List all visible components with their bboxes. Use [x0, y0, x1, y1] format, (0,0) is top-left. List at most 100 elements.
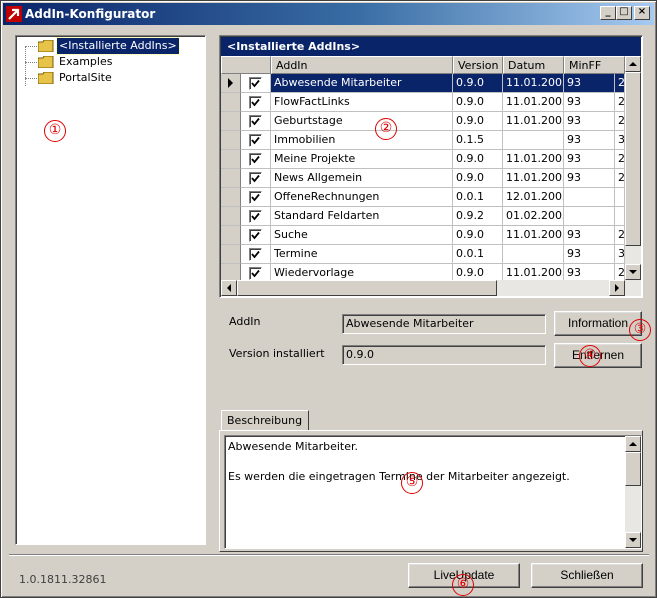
arrow-down-icon [629, 270, 637, 274]
row-indicator[interactable] [221, 150, 241, 169]
version-installed-label: Version installiert [229, 347, 325, 360]
enabled-cell [241, 207, 271, 226]
installed-addins-grid[interactable]: <Installierte AddIns> AddIn Version Datu… [219, 35, 643, 298]
row-indicator[interactable] [221, 131, 241, 150]
description-textbox[interactable]: Abwesende Mitarbeiter. Es werden die ein… [224, 435, 642, 549]
overflow-cell: 2 [615, 169, 625, 188]
maximize-button[interactable]: □ [616, 6, 632, 20]
addin-name-cell: Termine [271, 245, 453, 264]
enabled-checkbox[interactable] [249, 77, 262, 90]
enabled-checkbox[interactable] [249, 115, 262, 128]
row-indicator[interactable] [221, 169, 241, 188]
enabled-checkbox[interactable] [249, 267, 262, 280]
table-row[interactable]: OffeneRechnungen 0.0.1 12.01.2005 [221, 188, 625, 207]
row-indicator[interactable] [221, 245, 241, 264]
version-cell: 0.9.0 [453, 93, 503, 112]
minff-cell: 93 [564, 74, 615, 93]
date-cell: 12.01.2005 [503, 188, 564, 207]
column-header-version[interactable]: Version [453, 56, 503, 74]
table-row[interactable]: FlowFactLinks 0.9.0 11.01.2005 93 2 [221, 93, 625, 112]
annotation-marker-6: ⑥ [452, 574, 474, 596]
checkmark-icon [251, 269, 260, 278]
overflow-cell: 2 [615, 150, 625, 169]
overflow-cell: 3 [615, 245, 625, 264]
arrow-up-icon [629, 62, 637, 66]
date-cell: 11.01.2005 [503, 169, 564, 188]
footer-separator [9, 554, 649, 556]
enabled-checkbox[interactable] [249, 134, 262, 147]
overflow-cell [615, 207, 625, 226]
column-header-date[interactable]: Datum [503, 56, 564, 74]
enabled-checkbox[interactable] [249, 153, 262, 166]
tree-connector [25, 46, 37, 47]
app-version: 1.0.1811.32861 [19, 573, 107, 586]
addin-configurator-window: AddIn-Konfigurator _ □ × <Installierte A… [0, 0, 657, 598]
grid-vertical-scrollbar[interactable] [625, 56, 641, 280]
checkmark-icon [251, 155, 260, 164]
window-title: AddIn-Konfigurator [25, 7, 156, 21]
addin-source-tree[interactable]: <Installierte AddIns> Examples PortalSit… [15, 35, 206, 545]
table-row[interactable]: Termine 0.0.1 93 3 [221, 245, 625, 264]
column-header-addin[interactable]: AddIn [271, 56, 453, 74]
scroll-up-button[interactable] [625, 56, 641, 72]
scroll-up-button[interactable] [625, 436, 641, 452]
table-row[interactable]: Meine Projekte 0.9.0 11.01.2005 93 2 [221, 150, 625, 169]
column-header-minff[interactable]: MinFF [564, 56, 625, 74]
enabled-cell [241, 93, 271, 112]
addin-name-cell: OffeneRechnungen [271, 188, 453, 207]
version-cell: 0.9.0 [453, 264, 503, 280]
checkmark-icon [251, 212, 260, 221]
description-scrollbar[interactable] [625, 436, 641, 548]
table-row[interactable]: Suche 0.9.0 11.01.2005 93 2 [221, 226, 625, 245]
enabled-checkbox[interactable] [249, 172, 262, 185]
minff-cell [564, 188, 615, 207]
scroll-down-button[interactable] [625, 532, 641, 548]
row-indicator[interactable] [221, 226, 241, 245]
hscroll-thumb[interactable] [237, 280, 497, 296]
table-row[interactable]: Wiedervorlage 0.9.0 11.01.2005 93 2 [221, 264, 625, 280]
scroll-thumb[interactable] [625, 452, 641, 486]
date-cell: 11.01.2005 [503, 150, 564, 169]
addin-name-cell: Standard Feldarten [271, 207, 453, 226]
addin-name-cell: FlowFactLinks [271, 93, 453, 112]
grid-caption: <Installierte AddIns> [221, 37, 641, 56]
enabled-checkbox[interactable] [249, 96, 262, 109]
grid-horizontal-scrollbar[interactable] [221, 280, 641, 296]
close-window-button[interactable]: × [634, 6, 650, 20]
enabled-checkbox[interactable] [249, 191, 262, 204]
annotation-marker-1: ① [44, 120, 66, 142]
minimize-button[interactable]: _ [600, 6, 616, 20]
table-row[interactable]: Immobilien 0.1.5 93 3 [221, 131, 625, 150]
checkmark-icon [251, 250, 260, 259]
row-pointer-icon [228, 78, 233, 88]
row-indicator[interactable] [221, 93, 241, 112]
addin-name-cell: Geburtstage [271, 112, 453, 131]
addin-name-cell: Suche [271, 226, 453, 245]
scroll-thumb[interactable] [625, 72, 641, 246]
scroll-left-button[interactable] [221, 280, 237, 296]
table-row[interactable]: Standard Feldarten 0.9.2 01.02.2005 [221, 207, 625, 226]
date-cell: 11.01.2005 [503, 112, 564, 131]
row-indicator[interactable] [221, 74, 241, 93]
table-row[interactable]: Abwesende Mitarbeiter 0.9.0 11.01.2005 93 2 [221, 74, 625, 93]
row-indicator[interactable] [221, 207, 241, 226]
checkmark-icon [251, 193, 260, 202]
scroll-down-button[interactable] [625, 264, 641, 280]
enabled-checkbox[interactable] [249, 248, 262, 261]
tree-connector [25, 78, 37, 79]
enabled-checkbox[interactable] [249, 229, 262, 242]
row-indicator[interactable] [221, 112, 241, 131]
date-cell: 01.02.2005 [503, 207, 564, 226]
minff-cell [564, 207, 615, 226]
enabled-checkbox[interactable] [249, 210, 262, 223]
title-bar[interactable]: AddIn-Konfigurator _ □ × [3, 3, 654, 25]
table-row[interactable]: News Allgemein 0.9.0 11.01.2005 93 2 [221, 169, 625, 188]
tab-description[interactable]: Beschreibung [221, 410, 309, 431]
enabled-cell [241, 264, 271, 280]
scroll-right-button[interactable] [609, 280, 625, 296]
close-button[interactable]: Schließen [531, 563, 643, 588]
row-indicator[interactable] [221, 264, 241, 280]
grid-header: AddIn Version Datum MinFF [221, 56, 625, 74]
row-indicator[interactable] [221, 188, 241, 207]
table-row[interactable]: Geburtstage 0.9.0 11.01.2005 93 2 [221, 112, 625, 131]
